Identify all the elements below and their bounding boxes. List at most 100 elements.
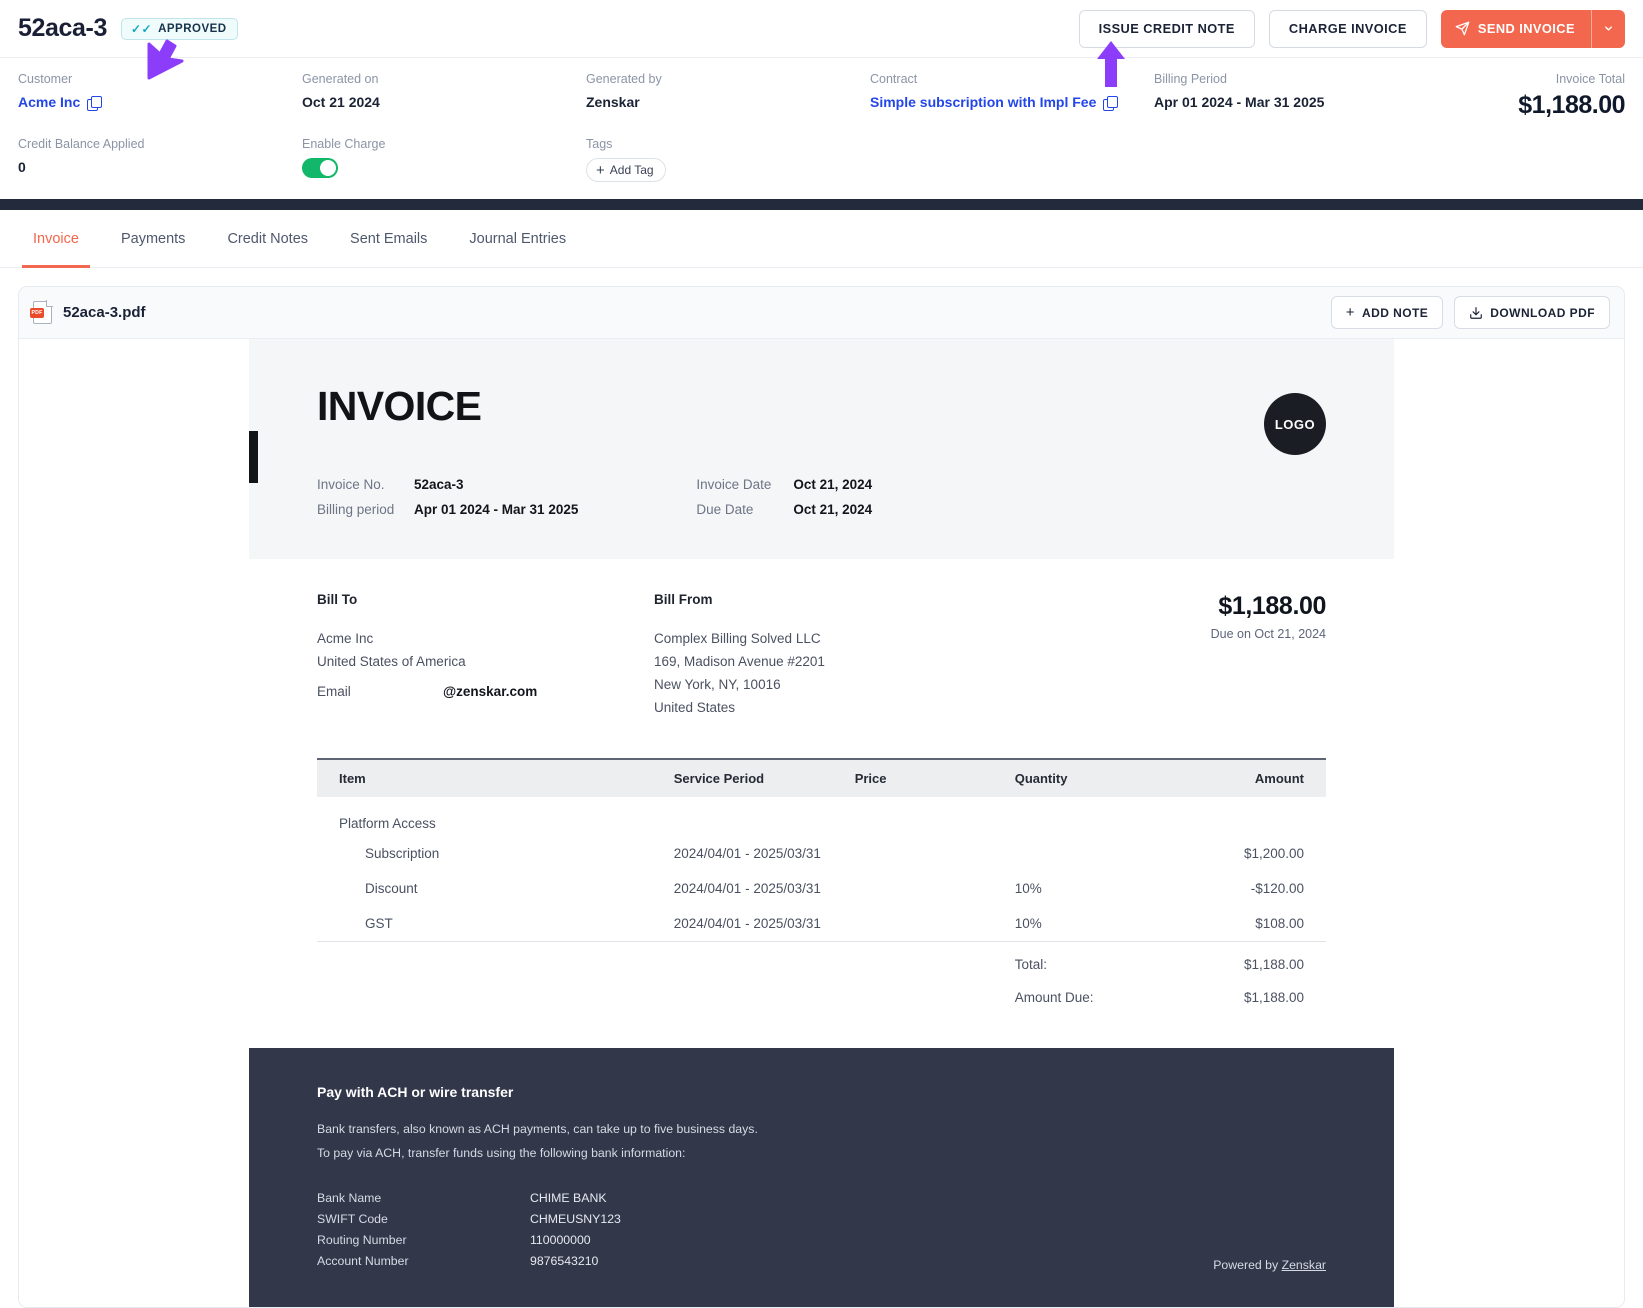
bank-row: SWIFT Code CHMEUSNY123 [317, 1209, 1326, 1230]
fact-value: Oct 21, 2024 [793, 501, 873, 517]
tab-journal-entries[interactable]: Journal Entries [448, 210, 587, 268]
meta-generated-on: Generated on Oct 21 2024 [302, 72, 586, 111]
bill-from-line: New York, NY, 10016 [654, 677, 781, 693]
send-invoice-dropdown-button[interactable] [1591, 9, 1625, 48]
pdf-file-icon: PDF [30, 300, 53, 324]
table-amount-due-row: Amount Due: $1,188.00 [317, 981, 1326, 1014]
table-total-row: Total: $1,188.00 [317, 940, 1326, 981]
meta-enable-charge: Enable Charge [302, 137, 586, 183]
meta-row-1: Customer Acme Inc Generated on Oct 21 20… [18, 72, 1625, 120]
send-invoice-group: SEND INVOICE [1440, 9, 1625, 48]
row-qty: 10% [1014, 915, 1042, 931]
double-check-icon: ✓✓ [130, 21, 153, 36]
enable-charge-toggle[interactable] [302, 158, 338, 178]
add-note-button[interactable]: + ADD NOTE [1330, 296, 1444, 329]
amount-due-label: Amount Due: [1014, 989, 1094, 1005]
plus-icon: + [596, 161, 605, 179]
customer-link[interactable]: Acme Inc [18, 93, 80, 111]
row-amount: $1,200.00 [1243, 845, 1304, 861]
meta-credit-balance-value: 0 [18, 159, 26, 175]
line-items-table: Item Service Period Price Quantity Amoun… [317, 757, 1326, 1014]
tab-sent-emails[interactable]: Sent Emails [329, 210, 448, 268]
meta-invoice-total-label: Invoice Total [1555, 72, 1625, 86]
table-header-row: Item Service Period Price Quantity Amoun… [317, 757, 1326, 797]
footer-paragraph-1: Bank transfers, also known as ACH paymen… [317, 1121, 758, 1136]
meta-invoice-total: Invoice Total $1,188.00 [1518, 72, 1625, 120]
bill-to-line: United States of America [317, 653, 466, 669]
bank-details: Bank Name CHIME BANK SWIFT Code CHMEUSNY… [317, 1188, 1326, 1273]
fact-invoice-no: Invoice No. 52aca-3 [317, 477, 578, 494]
accent-bar [249, 431, 258, 483]
bank-row: Routing Number 110000000 [317, 1230, 1326, 1251]
chevron-down-icon [1605, 26, 1612, 31]
copy-icon[interactable] [87, 95, 102, 111]
bank-label: Account Number [317, 1253, 409, 1268]
meta-generated-on-label: Generated on [302, 72, 379, 86]
bill-from-block: Bill From Complex Billing Solved LLC 169… [654, 592, 991, 720]
page-header: 52aca-3 ✓✓ APPROVED ISSUE CREDIT NOTE CH… [0, 0, 1643, 57]
row-amount: -$120.00 [1250, 880, 1304, 896]
fact-value: 52aca-3 [414, 477, 464, 492]
bill-from-line: 169, Madison Avenue #2201 [654, 653, 825, 669]
col-header-price: Price [854, 757, 1015, 797]
pdf-page: INVOICE LOGO Invoice No. 52aca-3 Billing… [249, 339, 1394, 1307]
download-pdf-label: DOWNLOAD PDF [1490, 305, 1595, 320]
bank-value: CHMEUSNY123 [530, 1211, 621, 1226]
page-title: 52aca-3 [18, 14, 107, 42]
powered-by-brand: Zenskar [1281, 1258, 1326, 1273]
table-row: Discount 2024/04/01 - 2025/03/31 10% -$1… [317, 871, 1326, 906]
row-item: Subscription [365, 845, 440, 861]
pdf-viewport[interactable]: INVOICE LOGO Invoice No. 52aca-3 Billing… [19, 339, 1624, 1307]
document-toolbar: PDF 52aca-3.pdf + ADD NOTE DOWNLOAD PDF [19, 287, 1624, 339]
send-invoice-button[interactable]: SEND INVOICE [1441, 10, 1591, 48]
invoice-meta-panel: Customer Acme Inc Generated on Oct 21 20… [0, 39, 1643, 199]
bank-value: CHIME BANK [530, 1190, 607, 1205]
bank-value: 9876543210 [530, 1253, 599, 1268]
footer-heading: Pay with ACH or wire transfer [317, 1083, 514, 1100]
send-icon [1455, 21, 1470, 36]
tab-payments[interactable]: Payments [100, 210, 206, 268]
pdf-body: Bill To Acme Inc United States of Americ… [249, 559, 1394, 1014]
table-group-row: Platform Access [317, 797, 1326, 836]
fact-label: Billing period [317, 501, 395, 517]
meta-generated-by: Generated by Zenskar [586, 72, 870, 111]
section-divider [0, 199, 1643, 210]
invoice-tabs: Invoice Payments Credit Notes Sent Email… [0, 210, 1643, 268]
charge-invoice-button[interactable]: CHARGE INVOICE [1268, 9, 1427, 48]
row-period: 2024/04/01 - 2025/03/31 [673, 915, 821, 931]
add-tag-button[interactable]: + Add Tag [586, 158, 666, 182]
bill-to-email: Email @zenskar.com [317, 684, 654, 699]
meta-billing-period-label: Billing Period [1154, 72, 1227, 86]
bank-row: Bank Name CHIME BANK [317, 1188, 1326, 1209]
bank-label: SWIFT Code [317, 1211, 388, 1226]
meta-tags: Tags + Add Tag [586, 137, 870, 182]
table-row: GST 2024/04/01 - 2025/03/31 10% $108.00 [317, 906, 1326, 942]
pdf-facts: Invoice No. 52aca-3 Billing period Apr 0… [317, 477, 1326, 519]
meta-customer: Customer Acme Inc [18, 72, 302, 111]
tab-credit-notes[interactable]: Credit Notes [206, 210, 329, 268]
meta-contract-label: Contract [870, 72, 918, 86]
copy-icon[interactable] [1103, 95, 1118, 111]
col-header-item: Item [317, 757, 674, 797]
issue-credit-note-button[interactable]: ISSUE CREDIT NOTE [1078, 9, 1255, 48]
pdf-title: INVOICE [317, 383, 482, 429]
powered-by: Powered by Zenskar [1213, 1258, 1326, 1272]
fact-value: Apr 01 2024 - Mar 31 2025 [414, 501, 579, 517]
bank-row: Account Number 9876543210 [317, 1251, 1326, 1272]
row-item: Discount [365, 880, 418, 896]
col-header-amount: Amount [1180, 757, 1326, 797]
contract-link[interactable]: Simple subscription with Impl Fee [870, 93, 1096, 111]
row-period: 2024/04/01 - 2025/03/31 [673, 880, 821, 896]
row-price [855, 906, 1015, 942]
bank-value: 110000000 [530, 1232, 591, 1247]
send-invoice-label: SEND INVOICE [1477, 21, 1575, 36]
plus-icon: + [1345, 304, 1355, 321]
fact-billing-period: Billing period Apr 01 2024 - Mar 31 2025 [317, 502, 578, 519]
meta-generated-by-value: Zenskar [586, 94, 640, 110]
download-pdf-button[interactable]: DOWNLOAD PDF [1454, 296, 1610, 329]
tab-invoice[interactable]: Invoice [12, 210, 100, 268]
bill-to-heading: Bill To [317, 591, 358, 607]
meta-customer-label: Customer [18, 72, 73, 86]
fact-label: Due Date [696, 501, 754, 517]
table-row: Subscription 2024/04/01 - 2025/03/31 $1,… [317, 836, 1326, 871]
